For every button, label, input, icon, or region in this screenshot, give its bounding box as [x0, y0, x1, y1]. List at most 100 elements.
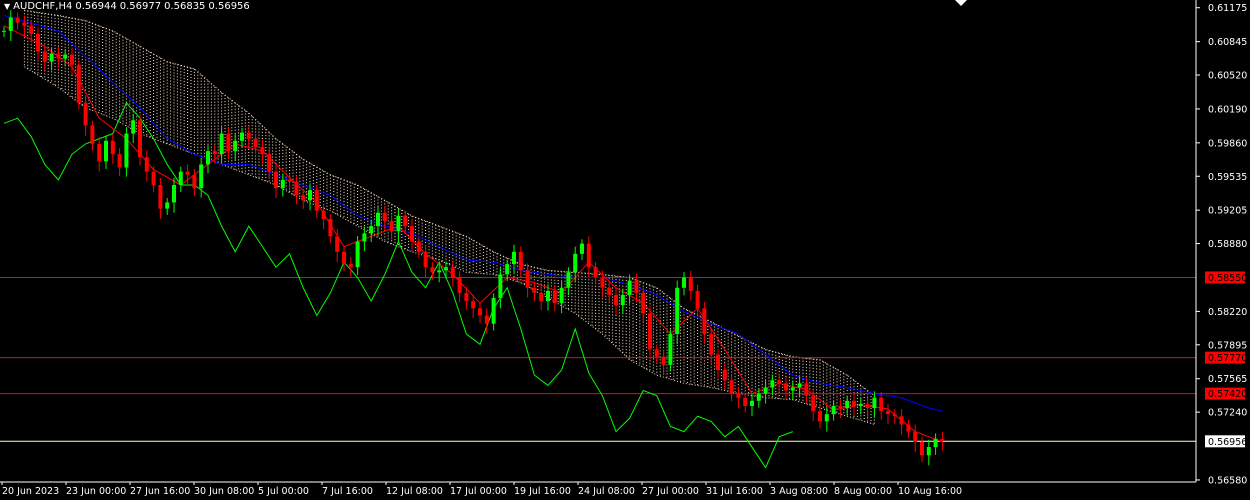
candle-body — [274, 171, 278, 189]
candle-body — [22, 22, 27, 26]
candle-body — [743, 397, 748, 406]
candle-body — [15, 17, 20, 23]
candle-body — [403, 215, 408, 227]
candle-body — [661, 356, 666, 365]
candle-body — [63, 54, 68, 59]
y-tick-label: 0.58880 — [1208, 239, 1247, 250]
y-tick-label: 0.57240 — [1208, 408, 1247, 419]
candle-body — [49, 53, 54, 62]
candle-body — [525, 270, 530, 288]
candle-body — [158, 184, 163, 209]
candle-body — [716, 354, 720, 370]
y-tick-label: 0.57565 — [1208, 374, 1247, 385]
candle-body — [76, 64, 81, 103]
candle-body — [206, 151, 210, 165]
candle-body — [845, 400, 850, 409]
candle-body — [484, 315, 489, 324]
candle-body — [376, 212, 380, 227]
candle-body — [117, 154, 122, 168]
x-tick-label: 24 Jul 08:00 — [578, 486, 635, 497]
kijun-line — [3, 14, 943, 412]
candle-body — [246, 132, 251, 139]
candle-body — [546, 290, 550, 302]
candle-body — [634, 280, 639, 293]
candle-body — [770, 380, 775, 388]
candle-body — [838, 405, 843, 409]
ichimoku-lines — [3, 14, 943, 469]
candle-body — [450, 267, 455, 278]
candle-body — [518, 251, 523, 271]
candle-body — [498, 274, 503, 299]
candle-body — [287, 179, 292, 182]
candle-body — [226, 133, 231, 152]
candle-body — [940, 438, 945, 441]
candle-body — [505, 264, 510, 275]
candle-body — [906, 424, 911, 432]
candle-body — [97, 143, 102, 162]
candle-body — [600, 277, 605, 288]
x-tick-label: 7 Jul 16:00 — [322, 486, 373, 497]
candle-body — [790, 387, 795, 391]
candle-body — [382, 212, 387, 221]
chikou-line — [3, 101, 793, 469]
candle-body — [233, 140, 238, 152]
y-tick-label: 0.58220 — [1208, 307, 1247, 318]
current-price-label: 0.56956 — [1208, 437, 1247, 448]
candle-body — [471, 301, 476, 309]
candle-body — [872, 397, 877, 409]
y-tick-label: 0.59535 — [1208, 172, 1247, 183]
x-tick-label: 5 Jul 00:00 — [258, 486, 309, 497]
price-chart[interactable]: 0.61175 0.60845 0.60520 0.60190 0.59860 0.595… — [0, 0, 1250, 500]
candle-body — [478, 308, 482, 316]
candle-body — [389, 220, 394, 232]
candle-body — [831, 405, 836, 415]
candle-body — [328, 218, 333, 237]
candle-body — [280, 179, 285, 189]
y-tick-label: 0.56580 — [1208, 475, 1247, 486]
candle-body — [444, 267, 448, 271]
candle-body — [335, 236, 340, 252]
candle-body — [8, 17, 13, 31]
candle-body — [607, 287, 612, 295]
level-label: 0.58550 — [1208, 273, 1247, 284]
ichimoku-cloud — [23, 9, 875, 425]
candle-body — [138, 120, 142, 158]
candle-body — [675, 287, 680, 335]
candle-body — [654, 349, 659, 357]
candle-body — [899, 416, 904, 425]
candle-body — [240, 132, 244, 141]
x-tick-label: 8 Aug 00:00 — [834, 486, 892, 497]
y-tick-label: 0.60190 — [1208, 104, 1247, 115]
candle-body — [886, 411, 890, 415]
candle-body — [253, 138, 258, 147]
candle-body — [804, 383, 809, 396]
candle-body — [464, 292, 469, 302]
level-label: 0.57770 — [1208, 353, 1247, 364]
candle-body — [396, 215, 401, 232]
candle-body — [192, 174, 197, 189]
candle-body — [736, 393, 741, 398]
candle-body — [178, 171, 183, 185]
x-tick-label: 20 Jun 2023 — [2, 486, 59, 497]
candle-body — [124, 133, 129, 168]
candle-body — [294, 181, 299, 196]
candle-body — [824, 414, 829, 422]
candle-body — [260, 146, 265, 155]
candle-body — [784, 383, 788, 391]
chart-shift-marker-icon[interactable] — [955, 0, 967, 6]
candle-body — [512, 251, 516, 265]
candle-body — [2, 30, 6, 32]
y-tick-label: 0.61175 — [1208, 3, 1247, 14]
candle-body — [926, 447, 931, 456]
candle-body — [593, 267, 598, 278]
candle-body — [709, 334, 714, 355]
candle-body — [532, 287, 537, 293]
candle-body — [172, 184, 176, 203]
candle-body — [199, 164, 204, 189]
candle-body — [620, 294, 625, 306]
candle-body — [879, 397, 884, 412]
candle-body — [777, 380, 782, 384]
candle-body — [165, 202, 170, 209]
candle-body — [763, 387, 768, 394]
candle-body — [185, 171, 190, 175]
